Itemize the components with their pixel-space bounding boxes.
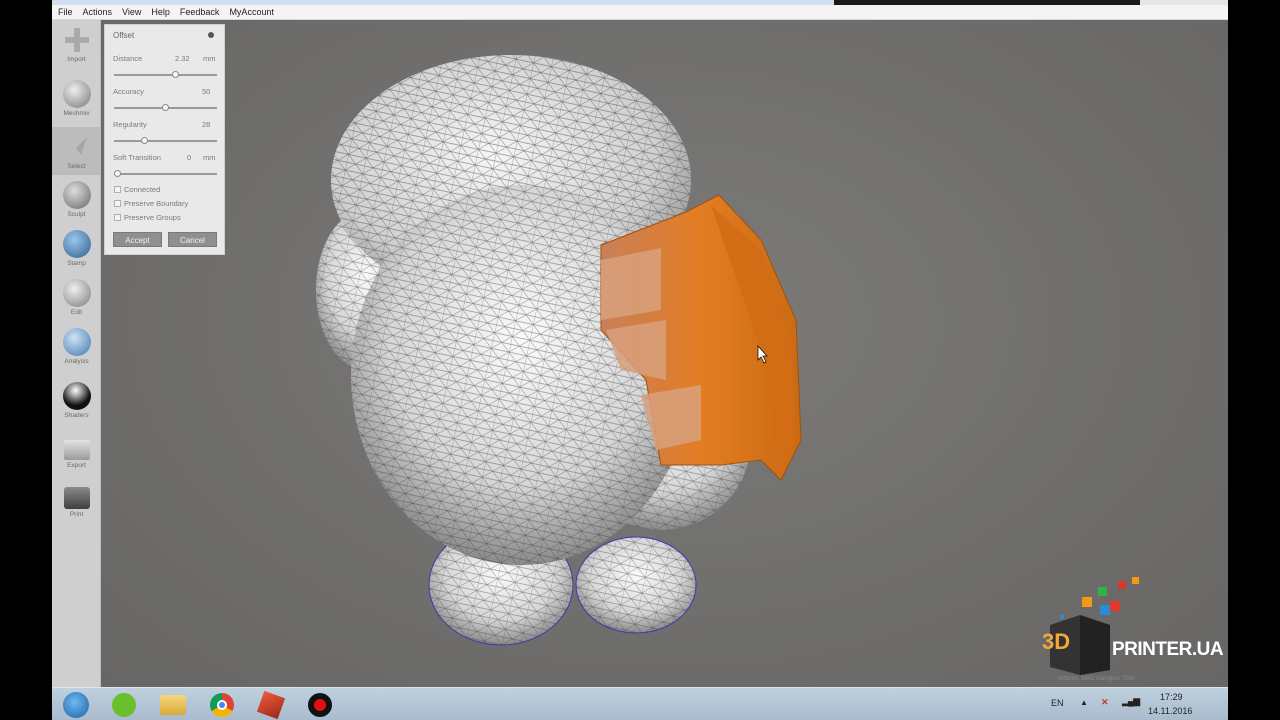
connected-label: Connected	[124, 185, 161, 194]
slider-knob[interactable]	[162, 104, 169, 111]
clock-date[interactable]: 14.11.2016	[1148, 706, 1192, 716]
brush-icon	[62, 181, 91, 209]
brand-prefix: 3D	[1042, 629, 1071, 654]
soft-transition-value[interactable]: 0	[187, 153, 191, 162]
export-icon	[63, 440, 90, 460]
preserve-groups-checkbox[interactable]	[114, 214, 121, 221]
regularity-slider[interactable]	[114, 137, 217, 144]
accuracy-slider[interactable]	[114, 104, 217, 111]
mesh-stats: vertices: 3842 triangles: 7580	[1057, 676, 1136, 682]
stamp-icon	[62, 230, 91, 258]
tool-print[interactable]: Print	[52, 479, 101, 527]
cancel-button[interactable]: Cancel	[168, 232, 217, 247]
offset-panel: Offset Distance 2.32 mm Accuracy 50 Regu…	[104, 24, 225, 255]
tool-edit[interactable]: Edit	[52, 273, 101, 321]
menu-file[interactable]: File	[58, 7, 73, 17]
slider-knob[interactable]	[140, 137, 148, 144]
taskbar: EN ▲ ✕ ▂▄▆ 17:29 14.11.2016	[52, 687, 1228, 720]
plus-icon	[63, 26, 91, 54]
slider-knob[interactable]	[171, 71, 179, 78]
brand-text: PRINTER.UA	[1112, 639, 1224, 660]
sphere-icon	[62, 80, 91, 108]
folder-icon[interactable]	[151, 691, 195, 719]
accept-button[interactable]: Accept	[113, 232, 162, 247]
tool-sidebar: Import Meshmix Select Sculpt Stamp Edit …	[52, 20, 101, 687]
preserve-boundary-checkbox[interactable]	[114, 200, 121, 207]
accuracy-label: Accuracy	[113, 87, 144, 96]
menu-feedback[interactable]: Feedback	[180, 7, 220, 17]
slider-knob[interactable]	[114, 170, 121, 177]
start-orb-icon[interactable]	[54, 691, 98, 719]
network-status-icon[interactable]: ✕	[1101, 697, 1109, 708]
menu-bar: File Actions View Help Feedback MyAccoun…	[52, 5, 1228, 20]
close-icon[interactable]	[208, 32, 214, 38]
menu-view[interactable]: View	[122, 7, 141, 17]
printer-icon	[63, 487, 90, 509]
utorrent-icon[interactable]	[102, 691, 146, 719]
menu-help[interactable]: Help	[151, 7, 170, 17]
brand-logo: 3D PRINTER.UA	[1040, 575, 1224, 675]
tool-select[interactable]: Select	[52, 127, 101, 175]
meshmixer-icon[interactable]	[249, 690, 293, 720]
distance-slider[interactable]	[114, 71, 217, 78]
tool-stamp[interactable]: Stamp	[52, 224, 101, 272]
tool-sculpt[interactable]: Sculpt	[52, 175, 101, 223]
arrow-select-icon	[63, 133, 91, 161]
soft-transition-label: Soft Transition	[113, 153, 161, 162]
edit-sphere-icon	[62, 279, 91, 307]
mesh-sphere-icon	[62, 328, 91, 356]
distance-unit: mm	[203, 54, 216, 63]
menu-actions[interactable]: Actions	[83, 7, 113, 17]
tool-meshmix[interactable]: Meshmix	[52, 74, 101, 122]
chrome-icon[interactable]	[200, 691, 244, 719]
preserve-boundary-label: Preserve Boundary	[124, 199, 189, 208]
record-icon[interactable]	[298, 691, 342, 719]
soft-transition-unit: mm	[203, 153, 216, 162]
regularity-value[interactable]: 28	[202, 120, 210, 129]
shader-ball-icon	[62, 382, 91, 410]
preserve-groups-label: Preserve Groups	[124, 213, 181, 222]
tray-expand-icon[interactable]: ▲	[1080, 698, 1088, 707]
clock-time[interactable]: 17:29	[1160, 692, 1183, 702]
regularity-label: Regularity	[113, 120, 147, 129]
distance-value[interactable]: 2.32	[175, 54, 190, 63]
panel-title: Offset	[113, 31, 135, 40]
tool-export[interactable]: Export	[52, 430, 101, 478]
tool-shaders[interactable]: Shaders	[52, 376, 101, 424]
distance-label: Distance	[113, 54, 143, 63]
language-indicator[interactable]: EN	[1051, 698, 1064, 708]
tool-analysis[interactable]: Analysis	[52, 322, 101, 370]
signal-icon[interactable]: ▂▄▆	[1122, 696, 1140, 707]
connected-checkbox[interactable]	[114, 186, 121, 193]
tool-import[interactable]: Import	[52, 20, 101, 68]
soft-transition-slider[interactable]	[114, 170, 217, 177]
accuracy-value[interactable]: 50	[202, 87, 210, 96]
menu-myaccount[interactable]: MyAccount	[229, 7, 274, 17]
